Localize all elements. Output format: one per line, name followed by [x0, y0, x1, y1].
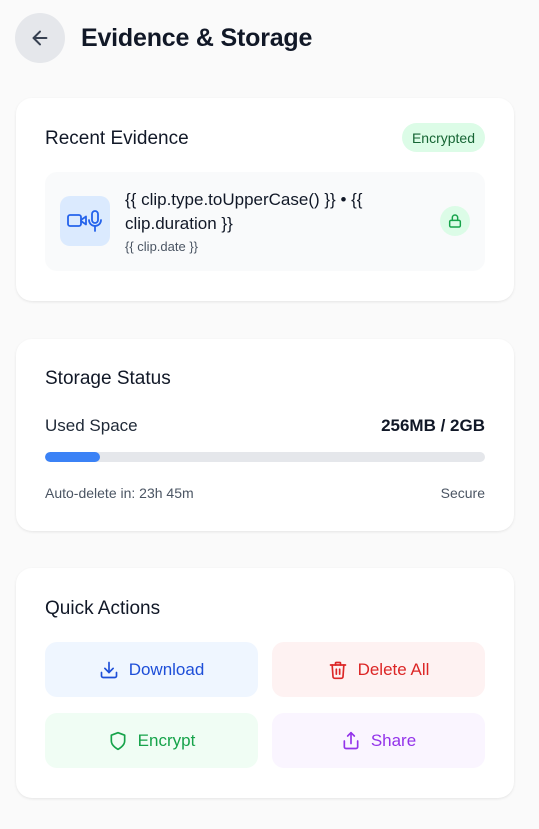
share-icon: [343, 731, 359, 749]
used-space-label: Used Space: [45, 416, 138, 435]
page-title: Evidence & Storage: [81, 23, 313, 52]
share-button[interactable]: Share: [272, 713, 485, 768]
shield-icon: [110, 731, 126, 750]
storage-status-card: Storage Status Used Space 256MB / 2GB Au…: [16, 339, 514, 531]
clip-date: {{ clip.date }}: [125, 239, 199, 254]
clip-title: {{ clip.type.toUpperCase() }} • {{ clip.…: [125, 190, 363, 233]
lock-button[interactable]: [440, 206, 470, 236]
storage-progress-fill: [45, 452, 100, 462]
delete-all-label: Delete All: [357, 659, 430, 679]
share-label: Share: [370, 730, 417, 750]
back-button[interactable]: [15, 13, 65, 63]
auto-delete-timer: Auto-delete in: 23h 45m: [45, 485, 194, 501]
trash-icon: [329, 661, 346, 679]
used-space-value: 256MB / 2GB: [381, 416, 485, 435]
storage-progress-bar: [45, 452, 485, 462]
quick-actions-card: Quick Actions Download Delete All Encryp…: [16, 568, 514, 798]
arrow-left-icon: [32, 30, 48, 46]
page-header: Evidence & Storage: [15, 13, 312, 63]
encrypted-badge: Encrypted: [401, 123, 485, 152]
download-icon: [100, 661, 118, 678]
delete-all-button[interactable]: Delete All: [272, 642, 485, 697]
encrypt-label: Encrypt: [137, 730, 196, 750]
evidence-clip-item[interactable]: {{ clip.type.toUpperCase() }} • {{ clip.…: [45, 172, 485, 271]
lock-icon: [448, 214, 462, 228]
secure-status: Secure: [440, 485, 485, 501]
download-button[interactable]: Download: [45, 642, 258, 697]
video-mic-icon: [67, 210, 102, 232]
recent-evidence-title: Recent Evidence: [45, 128, 189, 149]
storage-status-title: Storage Status: [45, 368, 171, 389]
download-label: Download: [128, 659, 205, 679]
clip-thumbnail: [60, 196, 110, 246]
quick-actions-title: Quick Actions: [45, 598, 161, 619]
encrypt-button[interactable]: Encrypt: [45, 713, 258, 768]
recent-evidence-card: Recent Evidence Encrypted {{ clip.type.t…: [16, 98, 514, 301]
